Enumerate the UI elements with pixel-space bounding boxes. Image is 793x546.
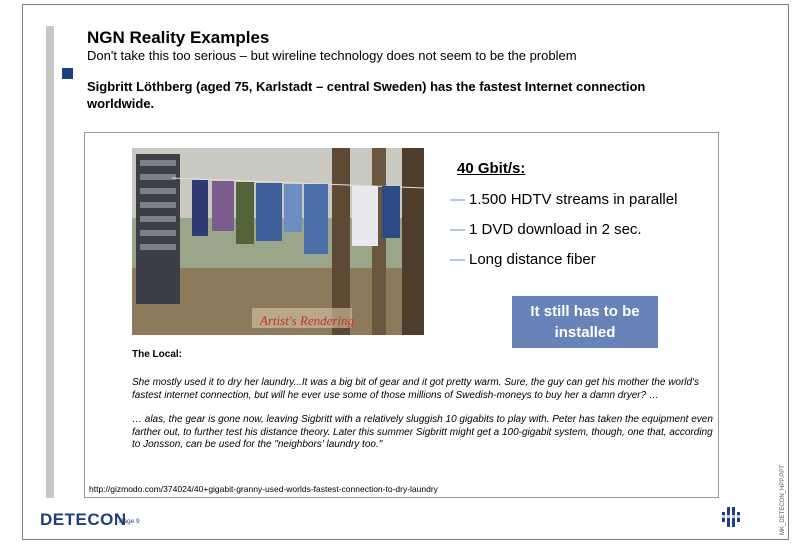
list-item: —1 DVD download in 2 sec. xyxy=(450,221,642,238)
dash-bullet-icon: — xyxy=(450,221,465,238)
slide-subtitle: Don't take this too serious – but wireli… xyxy=(87,48,577,63)
file-code: MK_DETECON_HPP.PPT xyxy=(780,465,786,535)
left-accent-bar xyxy=(46,26,54,498)
quote-paragraph-2: … alas, the gear is gone now, leaving Si… xyxy=(132,414,713,450)
list-item: —1.500 HDTV streams in parallel xyxy=(450,191,678,208)
photo-caption: Artist's Rendering xyxy=(259,313,355,328)
speed-heading: 40 Gbit/s: xyxy=(457,160,526,177)
list-item: — Long distance fiber xyxy=(450,251,596,268)
laundry-photo: Artist's Rendering xyxy=(132,148,424,335)
dash-bullet-icon: — xyxy=(450,191,465,208)
lead-statement: Sigbritt Löthberg (aged 75, Karlstadt – … xyxy=(87,79,646,111)
dash-bullet-icon: — xyxy=(450,251,465,268)
speed-list: —1.500 HDTV streams in parallel —1 DVD d… xyxy=(450,185,677,275)
telekom-mark-icon xyxy=(720,504,742,530)
quote-paragraph-1: She mostly used it to dry her laundry...… xyxy=(132,377,700,401)
install-callout: It still has to be installed xyxy=(512,296,658,348)
slide-title: NGN Reality Examples xyxy=(87,28,270,47)
detecon-logo: DETECON xyxy=(40,510,127,529)
bullet-square-icon xyxy=(62,68,73,79)
local-heading: The Local: xyxy=(132,349,183,360)
page-number: Page 9 xyxy=(119,518,140,525)
source-link[interactable]: http://gizmodo.com/374024/40+gigabit-gra… xyxy=(89,484,438,494)
